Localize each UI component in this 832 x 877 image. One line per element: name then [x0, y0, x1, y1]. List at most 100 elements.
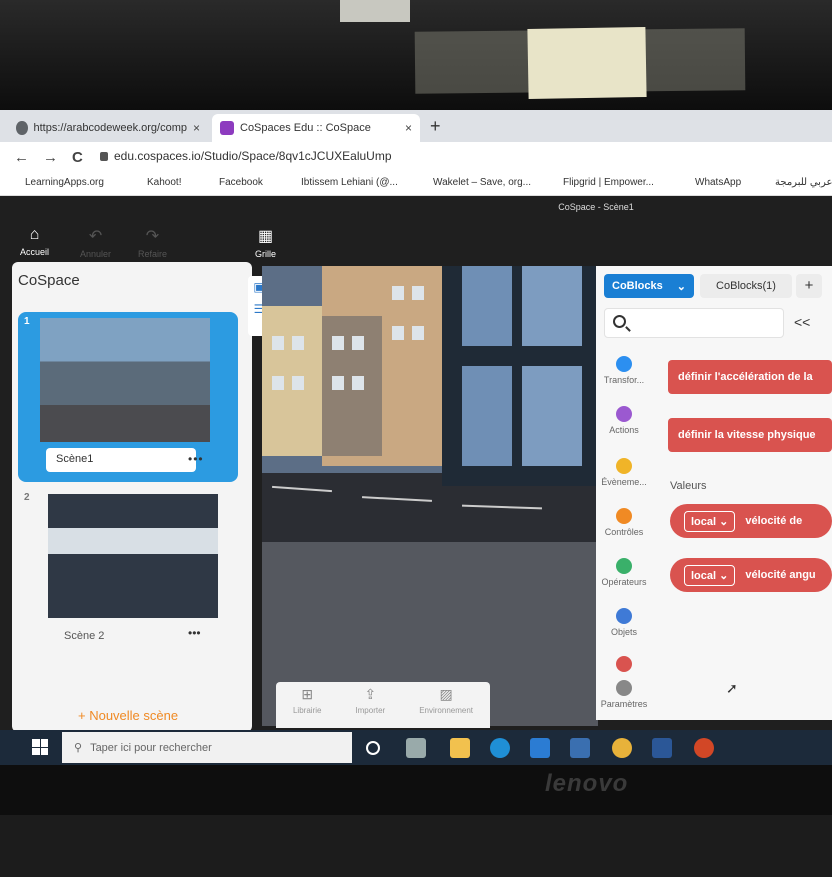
laptop-brand-logo: lenovo: [545, 770, 629, 797]
tab-arabcodeweek[interactable]: https://arabcodeweek.org/comp ×: [8, 114, 208, 142]
back-button[interactable]: ←: [14, 149, 29, 166]
learningapps-icon: [10, 177, 21, 188]
category-transform[interactable]: Transfor...: [596, 356, 652, 385]
bookmark-wakelet[interactable]: Wakelet – Save, org...: [418, 177, 531, 188]
scene-menu-button[interactable]: •••: [188, 452, 204, 466]
bookmark-twitter[interactable]: Ibtissem Lehiani (@...: [286, 177, 398, 188]
mouse-cursor-icon: ➚: [726, 680, 738, 696]
grid-button[interactable]: ▦ Grille: [255, 226, 276, 259]
category-events[interactable]: Évèneme...: [596, 458, 652, 487]
block-search-input[interactable]: [604, 308, 784, 338]
scene-card-2[interactable]: 2: [18, 488, 238, 638]
reload-button[interactable]: C: [72, 149, 83, 166]
library-button[interactable]: ⊞ Librairie: [293, 686, 321, 715]
flipgrid-icon: [548, 177, 559, 188]
windows-start-icon[interactable]: [32, 739, 48, 755]
powerpoint-icon[interactable]: [694, 738, 714, 758]
url-text: edu.cospaces.io/Studio/Space/8qv1cJCUXEa…: [114, 149, 392, 163]
url-field[interactable]: edu.cospaces.io/Studio/Space/8qv1cJCUXEa…: [100, 149, 392, 163]
undo-label: Annuler: [80, 249, 112, 259]
window: [352, 376, 364, 390]
new-scene-button[interactable]: + Nouvelle scène: [78, 708, 178, 723]
category-label: Contrôles: [604, 527, 644, 537]
task-view-icon[interactable]: [406, 738, 426, 758]
category-actions[interactable]: Actions: [596, 406, 652, 435]
bookmarks-bar: LearningApps.org Kahoot! Facebook Ibtiss…: [0, 172, 832, 196]
home-button[interactable]: ⌂ Accueil: [20, 226, 49, 257]
cortana-icon[interactable]: [366, 741, 380, 755]
road-marking: [361, 496, 433, 502]
bookmark-label: Wakelet – Save, org...: [433, 177, 532, 188]
coblocks-tab[interactable]: CoBlocks ⌄: [604, 274, 694, 298]
local-select[interactable]: local ⌄: [684, 564, 736, 586]
edge-icon[interactable]: [490, 738, 510, 758]
globe-icon: [16, 121, 28, 135]
window: [522, 266, 582, 346]
category-operators[interactable]: Opérateurs: [596, 558, 652, 587]
scene-card-1[interactable]: 1 Scène1 •••: [18, 312, 238, 482]
gear-icon: [616, 680, 632, 696]
category-parameters[interactable]: Paramètres: [596, 680, 652, 709]
bookmark-learningapps[interactable]: LearningApps.org: [10, 177, 104, 188]
forward-button[interactable]: →: [43, 149, 58, 166]
window: [392, 286, 404, 300]
category-label: Transfor...: [603, 375, 645, 385]
search-icon: [613, 315, 626, 328]
road-marking: [272, 485, 332, 493]
coblocks-panel: CoBlocks ⌄ CoBlocks(1) + << Transfor... …: [596, 266, 832, 720]
scene-name[interactable]: Scène 2: [64, 630, 104, 642]
set-acceleration-block[interactable]: définir l'accélération de la: [668, 360, 832, 394]
close-tab-icon[interactable]: ×: [405, 121, 412, 135]
keyboard: [0, 815, 832, 877]
bookmark-label: Kahoot!: [147, 177, 182, 188]
3d-viewport[interactable]: [262, 266, 598, 726]
word-icon[interactable]: [652, 738, 672, 758]
category-objects[interactable]: Objets: [596, 608, 652, 637]
bookmark-kahoot[interactable]: Kahoot!: [132, 177, 181, 188]
bookmark-arabic-coding[interactable]: عربي للبرمجة: [760, 177, 832, 188]
mail-icon[interactable]: [530, 738, 550, 758]
add-script-button[interactable]: +: [796, 274, 822, 298]
environment-label: Environnement: [419, 706, 473, 715]
category-physics[interactable]: [596, 656, 652, 672]
import-button[interactable]: ⇪ Importer: [355, 686, 385, 715]
window: [412, 286, 424, 300]
environment-button[interactable]: ▨ Environnement: [419, 686, 473, 715]
window: [332, 336, 344, 350]
road-marking: [461, 504, 543, 510]
scene-name[interactable]: Scène1: [46, 448, 196, 472]
tab-title: CoSpaces Edu :: CoSpace: [240, 122, 371, 134]
taskbar-search[interactable]: ⚲ Taper ici pour rechercher: [62, 732, 352, 763]
tab-cospaces[interactable]: CoSpaces Edu :: CoSpace ×: [212, 114, 420, 142]
library-icon: ⊞: [301, 686, 314, 702]
window: [352, 336, 364, 350]
store-icon[interactable]: [570, 738, 590, 758]
collapse-panel-button[interactable]: <<: [794, 314, 810, 330]
bookmark-whatsapp[interactable]: WhatsApp: [680, 177, 741, 188]
window: [332, 376, 344, 390]
chrome-icon[interactable]: [612, 738, 632, 758]
local-select[interactable]: local ⌄: [684, 510, 736, 532]
set-physical-velocity-block[interactable]: définir la vitesse physique: [668, 418, 832, 452]
undo-button[interactable]: ↶ Annuler: [80, 226, 111, 259]
angular-velocity-value-block[interactable]: local ⌄ vélocité angu: [670, 558, 832, 592]
velocity-value-block[interactable]: local ⌄ vélocité de: [670, 504, 832, 538]
scene-menu-button[interactable]: •••: [188, 626, 201, 640]
file-explorer-icon[interactable]: [450, 738, 470, 758]
coblocks-1-tab[interactable]: CoBlocks(1): [700, 274, 792, 298]
bookmark-facebook[interactable]: Facebook: [204, 177, 263, 188]
bookmark-flipgrid[interactable]: Flipgrid | Empower...: [548, 177, 654, 188]
category-controls[interactable]: Contrôles: [596, 508, 652, 537]
section-label: Valeurs: [670, 480, 707, 492]
new-tab-button[interactable]: +: [430, 116, 441, 137]
physics-icon: [616, 656, 632, 672]
close-tab-icon[interactable]: ×: [193, 121, 200, 135]
window-title: CoSpace - Scène1: [558, 202, 634, 212]
bookmark-label: عربي للبرمجة: [775, 177, 832, 188]
redo-button[interactable]: ↷ Refaire: [138, 226, 167, 259]
windows-taskbar: ⚲ Taper ici pour rechercher: [0, 730, 832, 765]
facebook-icon: [204, 177, 215, 188]
twitter-icon: [286, 177, 297, 188]
bookmark-label: LearningApps.org: [25, 177, 104, 188]
grid-icon: ▦: [257, 228, 274, 245]
